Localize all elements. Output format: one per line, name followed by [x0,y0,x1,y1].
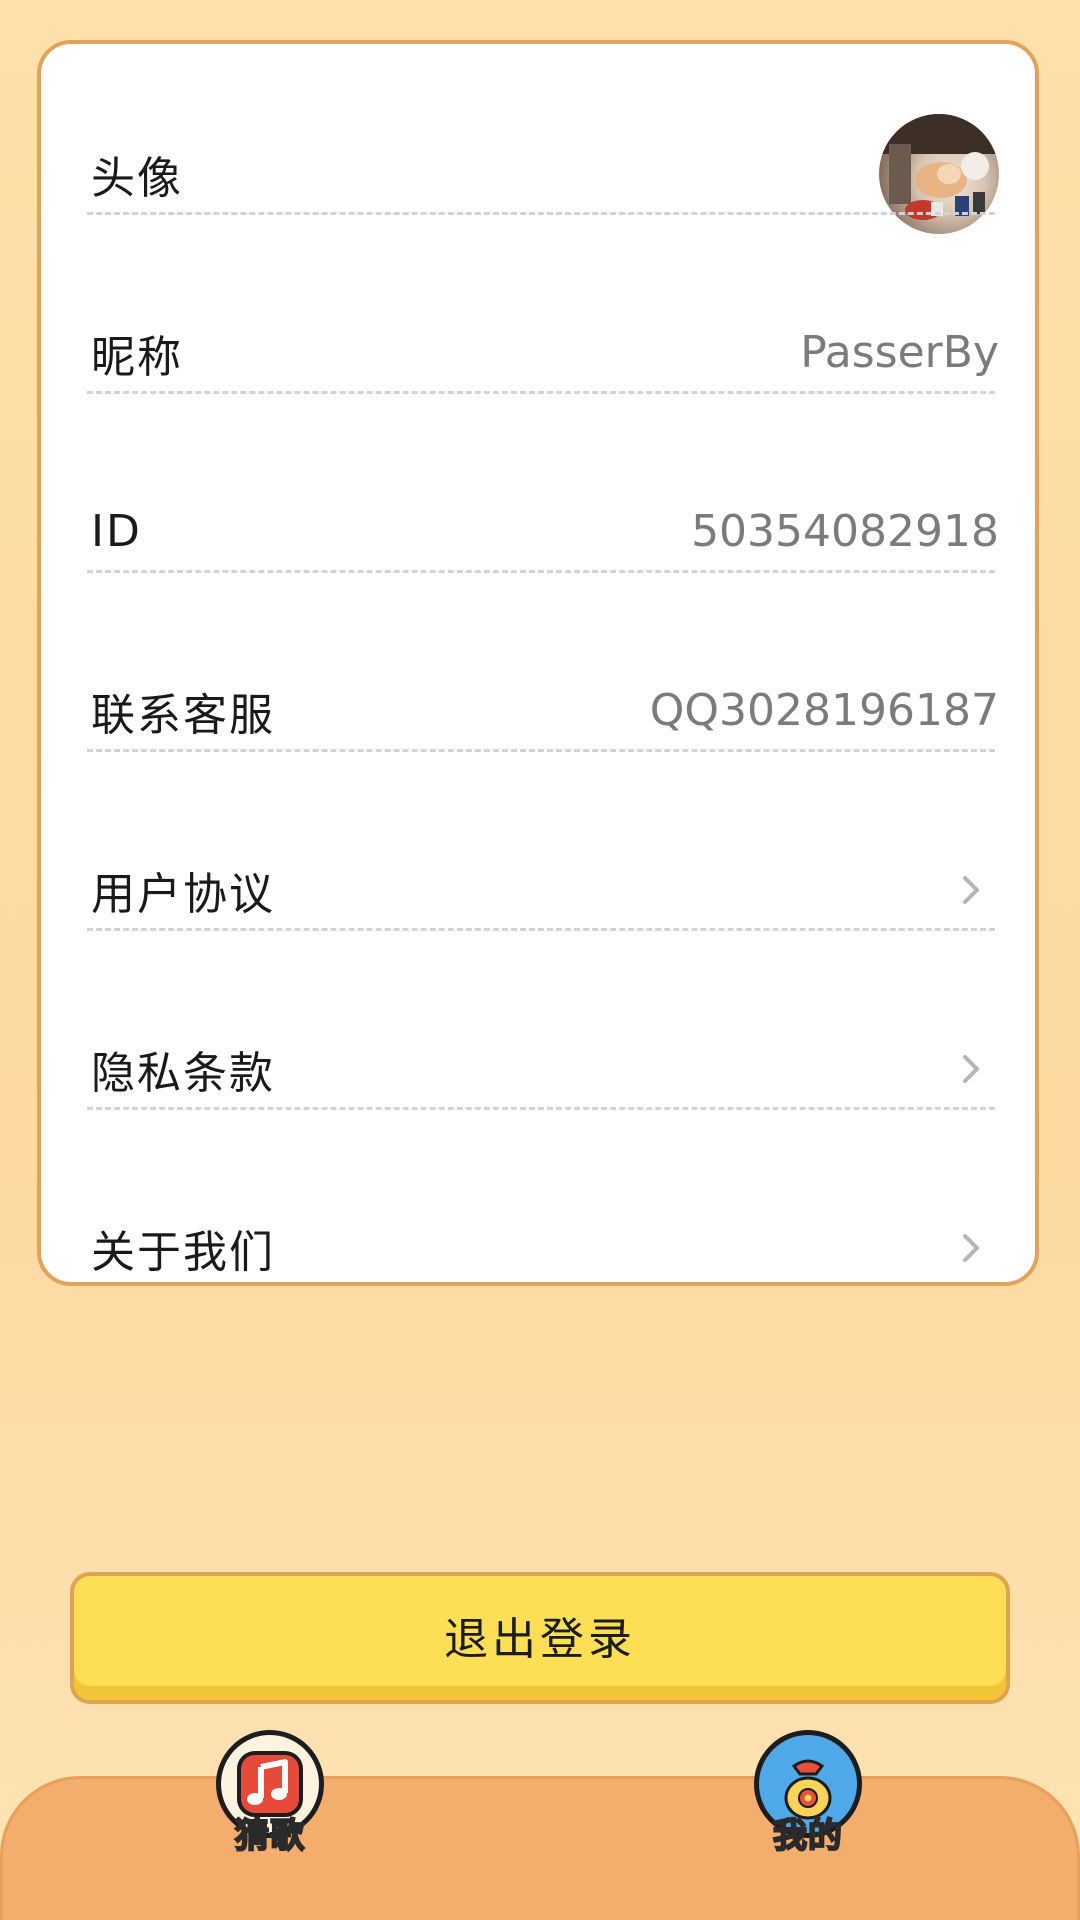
user-id-row: ID 50354082918 [91,442,999,621]
user-id-value: 50354082918 [691,506,999,557]
tab-mine[interactable]: 我的 [752,1730,864,1857]
row-divider [87,749,995,752]
user-agreement-label: 用户协议 [91,868,275,920]
privacy-policy-row[interactable]: 隐私条款 [91,979,999,1158]
logout-button[interactable]: 退出登录 [70,1572,1010,1704]
customer-service-value: QQ3028196187 [649,685,999,736]
row-divider [87,212,995,215]
chevron-right-icon [963,1054,979,1083]
tab-mine-label: 我的 [772,1815,843,1857]
chevron-right-icon [963,875,979,904]
row-divider [87,928,995,931]
bottom-tab-bar [0,1776,1080,1920]
customer-service-label: 联系客服 [91,689,275,741]
about-us-label: 关于我们 [91,1226,275,1278]
nickname-row[interactable]: 昵称 PasserBy [91,263,999,442]
avatar[interactable] [879,113,999,234]
nickname-value: PasserBy [800,327,999,378]
tab-guess-song-label: 猜歌 [234,1815,305,1857]
tab-guess-song[interactable]: 猜歌 [214,1730,326,1857]
row-divider [87,1107,995,1110]
user-id-label: ID [91,506,142,557]
avatar-row[interactable]: 头像 [91,84,999,263]
about-us-row[interactable]: 关于我们 [91,1158,999,1337]
profile-card: 头像 昵称 PasserBy ID 50354082918 联系客服 QQ302… [37,40,1039,1286]
user-agreement-row[interactable]: 用户协议 [91,800,999,979]
chevron-right-icon [963,1233,979,1262]
privacy-policy-label: 隐私条款 [91,1047,275,1099]
logout-button-label: 退出登录 [444,1614,636,1665]
avatar-label: 头像 [91,152,183,204]
customer-service-row[interactable]: 联系客服 QQ3028196187 [91,621,999,800]
row-divider [87,391,995,394]
row-divider [87,570,995,573]
nickname-label: 昵称 [91,331,183,383]
